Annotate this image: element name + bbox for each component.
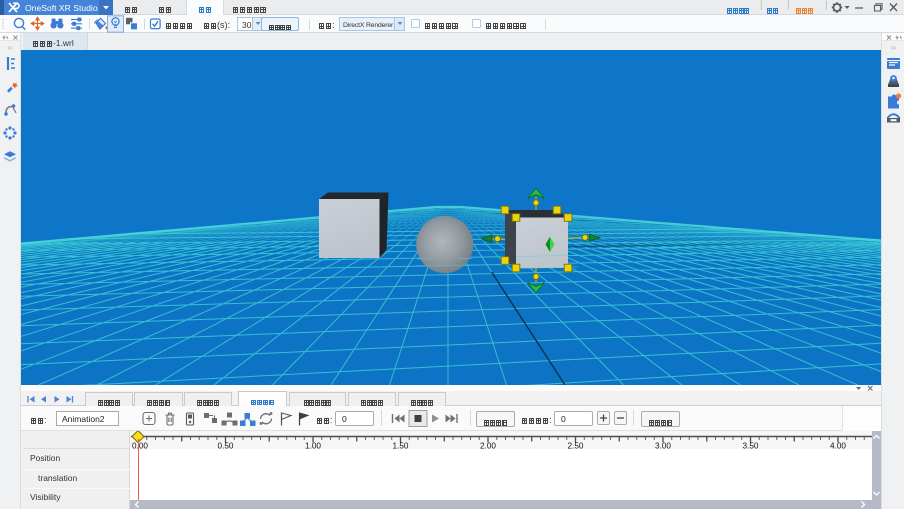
svg-text:2.00: 2.00	[480, 442, 496, 451]
svg-text:3.00: 3.00	[655, 442, 671, 451]
svg-text:0.50: 0.50	[218, 442, 234, 451]
svg-text:4.00: 4.00	[830, 442, 846, 451]
svg-text:0.00: 0.00	[132, 442, 148, 451]
svg-text:3.50: 3.50	[743, 442, 759, 451]
svg-text:1.00: 1.00	[305, 442, 321, 451]
svg-text:2.50: 2.50	[568, 442, 584, 451]
svg-text:1.50: 1.50	[393, 442, 409, 451]
